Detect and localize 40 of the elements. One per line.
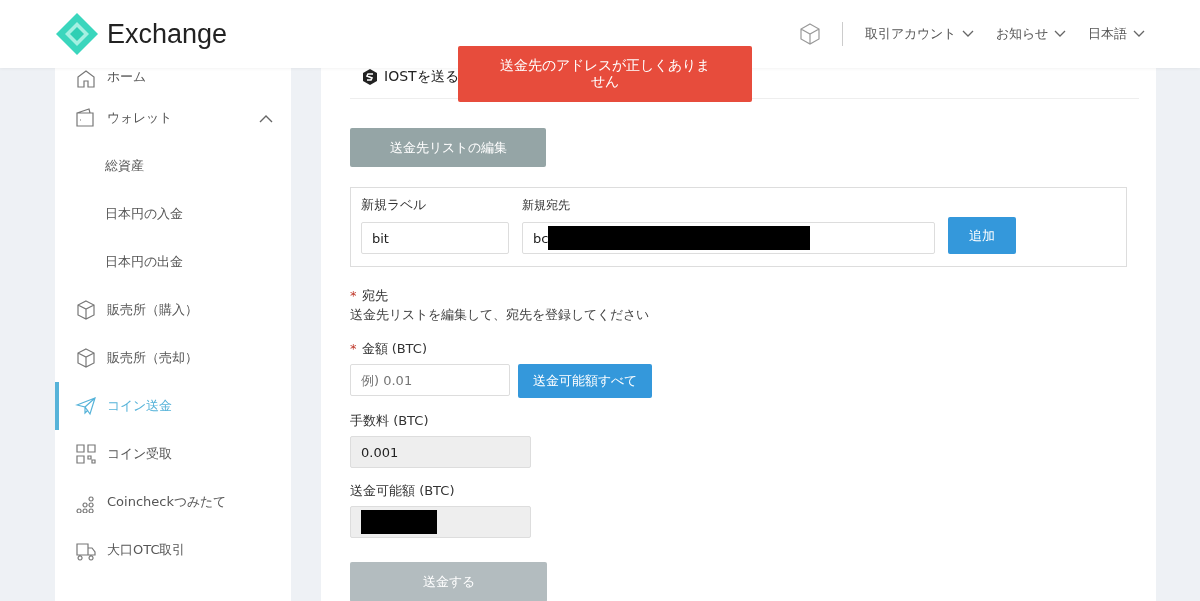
sidebar-item[interactable]: コイン受取 [55,430,291,478]
sidebar-item[interactable]: 大口OTC取引 [55,526,291,574]
sidebar-subitem[interactable]: 日本円の出金 [55,238,291,286]
nav-dropdown[interactable]: 日本語 [1088,25,1145,43]
page-title: IOSTを送る [384,68,459,86]
field-label: 新規ラベル [361,196,427,214]
sidebar-item[interactable]: ホーム [55,68,291,94]
box-icon [75,299,97,321]
chevron-down-icon [962,30,974,38]
paper-plane-icon [75,395,97,417]
label-input[interactable]: bit [361,222,509,254]
home-icon [75,68,97,90]
nav-dropdown[interactable]: お知らせ [996,25,1066,43]
field-label: * 宛先 [350,287,388,305]
field-label: 手数料 (BTC) [350,412,429,430]
sidebar-subitem[interactable]: 総資産 [55,142,291,190]
chevron-down-icon [1133,30,1145,38]
required-mark: * [350,341,357,356]
field-label: * 金額 (BTC) [350,340,427,358]
nav-dropdown[interactable]: 取引アカウント [865,25,974,43]
address-input[interactable]: bc [522,222,935,254]
wallet-icon [75,107,97,129]
chevron-down-icon [1054,30,1066,38]
required-mark: * [350,288,357,303]
sidebar-item[interactable]: Coincheckつみたて [55,478,291,526]
fee-field: 0.001 [350,436,531,468]
logo-text: Exchange [107,18,228,50]
sidebar-subitem[interactable]: 日本円の入金 [55,190,291,238]
field-label: 送金可能額 (BTC) [350,482,455,500]
diamond-logo-icon [55,12,99,56]
qr-code-icon [75,443,97,465]
box-icon [75,347,97,369]
hint-text: 送金先リストを編集して、宛先を登録してください [350,307,649,324]
sidebar-item[interactable]: 販売所（売却） [55,334,291,382]
sidebar-item[interactable]: 販売所（購入） [55,286,291,334]
sidebar-item[interactable]: ウォレット [55,94,291,142]
error-toast: 送金先のアドレスが正しくありません [458,46,752,102]
cube-icon[interactable] [798,22,822,46]
amount-input[interactable]: 例) 0.01 [350,364,510,396]
field-label: 新規宛先 [522,197,571,214]
